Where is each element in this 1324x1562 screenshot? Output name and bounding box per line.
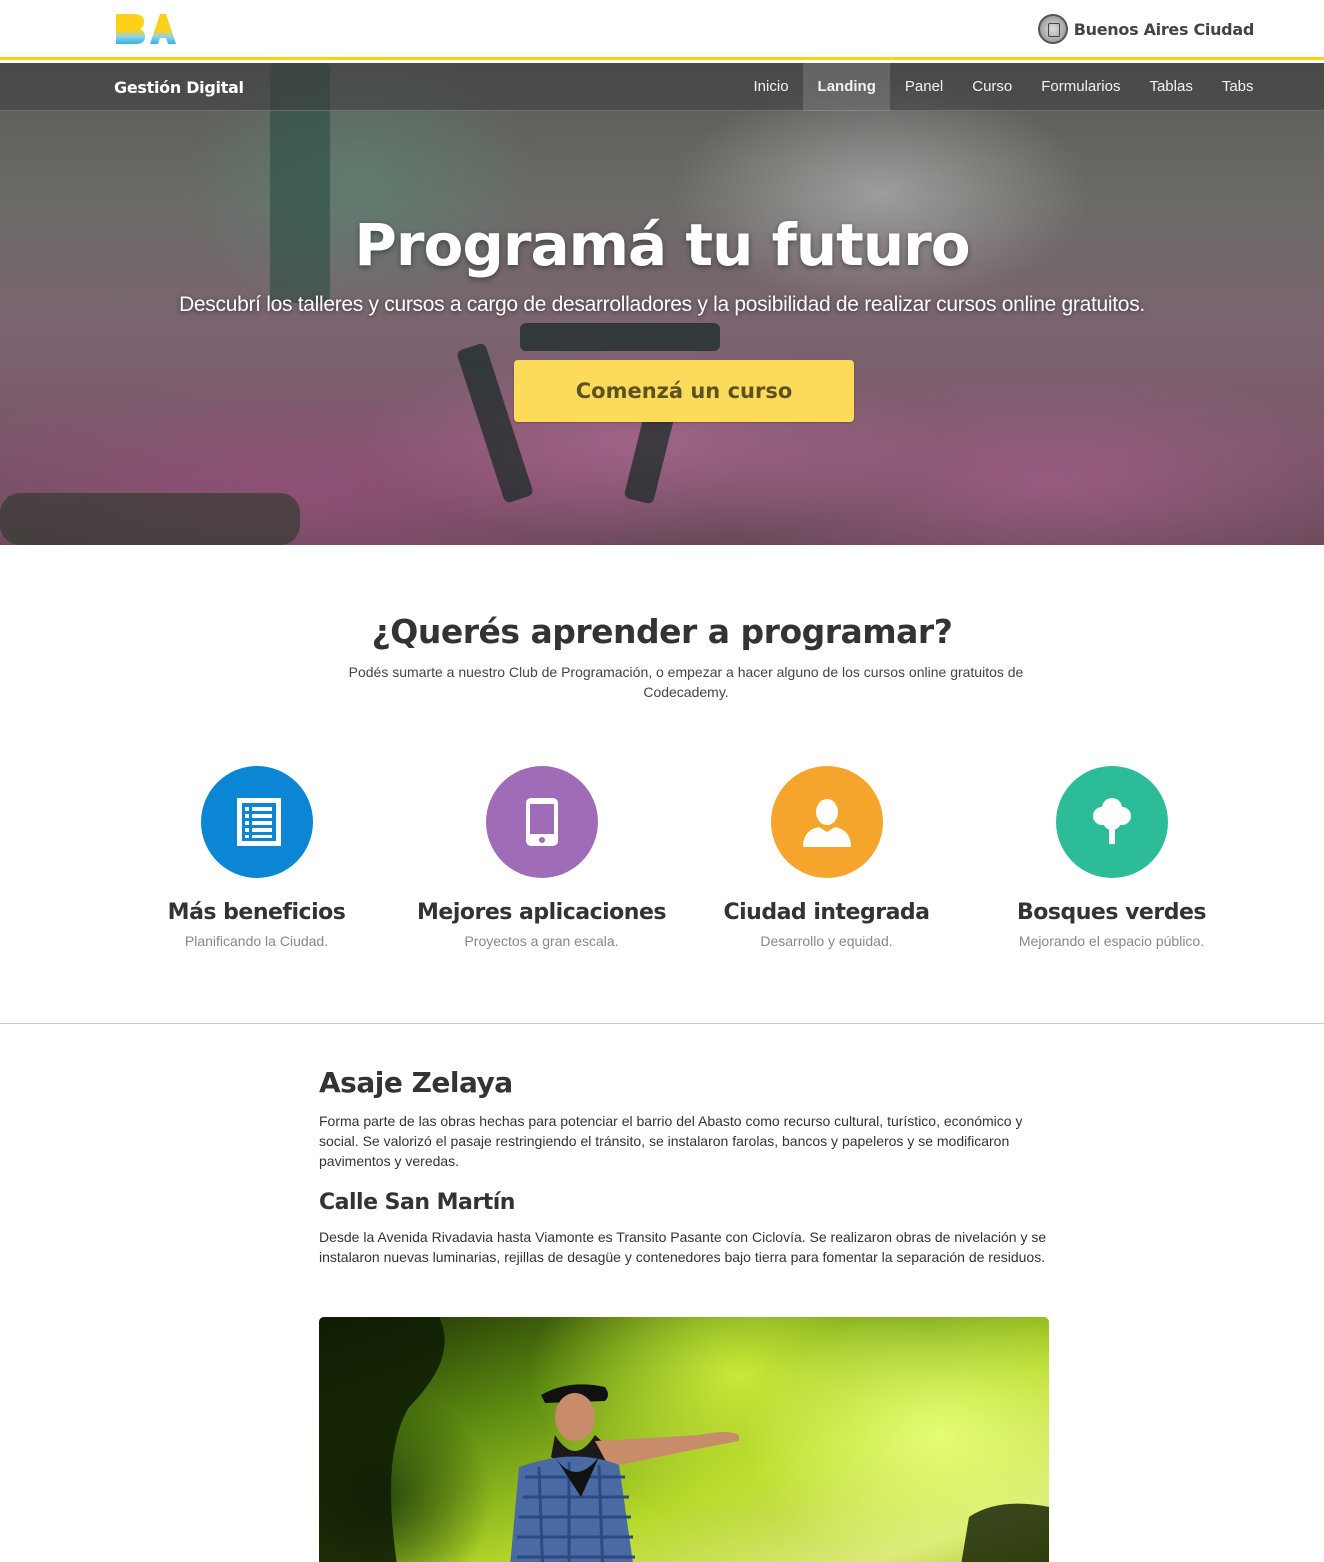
nav-links: Inicio Landing Panel Curso Formularios T… <box>739 63 1268 111</box>
nav-link-inicio[interactable]: Inicio <box>739 63 803 111</box>
feature-item: Bosques verdes Mejorando el espacio públ… <box>969 766 1254 949</box>
section-divider <box>0 1023 1324 1024</box>
nav-link-tabs[interactable]: Tabs <box>1207 63 1268 111</box>
performer-photo <box>319 1317 1049 1562</box>
feature-icon-circle <box>1055 766 1168 878</box>
feature-title: Más beneficios <box>167 900 346 925</box>
tree-icon <box>1092 798 1131 844</box>
nav-link-panel[interactable]: Panel <box>890 63 957 111</box>
feature-item: Más beneficios Planificando la Ciudad. <box>114 766 399 949</box>
city-seal-icon <box>1037 14 1068 44</box>
feature-subtitle: Desarrollo y equidad. <box>760 933 893 949</box>
feature-icon-circle <box>200 766 313 878</box>
article-body: Forma parte de las obras hechas para pot… <box>319 1113 1023 1169</box>
mobile-phone-icon <box>525 798 558 846</box>
feature-item: Ciudad integrada Desarrollo y equidad. <box>684 766 969 949</box>
hero-subtitle: Descubrí los talleres y cursos a cargo d… <box>179 293 1145 316</box>
ba-logo[interactable] <box>114 12 176 46</box>
article-photo <box>319 1317 1049 1562</box>
nav-link-formularios[interactable]: Formularios <box>1027 63 1135 111</box>
feature-title: Ciudad integrada <box>723 900 930 925</box>
hero-title: Programá tu futuro <box>354 211 970 279</box>
city-logo-text: Buenos Aires Ciudad <box>1073 19 1255 39</box>
hero-section: Gestión Digital Inicio Landing Panel Cur… <box>0 63 1324 545</box>
top-header: Buenos Aires Ciudad <box>0 0 1324 60</box>
feature-icon-circle <box>770 766 883 878</box>
hero-background-shape <box>0 493 300 545</box>
article-body: Desde la Avenida Rivadavia hasta Viamont… <box>319 1229 1047 1265</box>
nav-brand[interactable]: Gestión Digital <box>114 78 244 97</box>
feature-subtitle: Planificando la Ciudad. <box>184 933 329 949</box>
nav-link-tablas[interactable]: Tablas <box>1135 63 1207 111</box>
list-icon <box>236 798 281 846</box>
article-title: Asaje Zelaya <box>319 1066 513 1099</box>
feature-subtitle: Mejorando el espacio público. <box>1018 933 1205 949</box>
feature-title: Bosques verdes <box>1017 900 1206 925</box>
feature-item: Mejores aplicaciones Proyectos a gran es… <box>399 766 684 949</box>
article-title: Calle San Martín <box>319 1190 515 1215</box>
intro-description: Podés sumarte a nuestro Club de Programa… <box>348 664 1024 700</box>
start-course-button[interactable]: Comenzá un curso <box>514 360 854 422</box>
nav-link-curso[interactable]: Curso <box>958 63 1027 111</box>
hero-background-shape <box>520 323 720 351</box>
nav-link-landing[interactable]: Landing <box>803 63 891 111</box>
main-navbar: Gestión Digital Inicio Landing Panel Cur… <box>0 63 1324 111</box>
user-icon <box>802 799 851 847</box>
feature-title: Mejores aplicaciones <box>417 900 666 925</box>
buenos-aires-ciudad-logo[interactable]: Buenos Aires Ciudad <box>1037 11 1255 47</box>
intro-title: ¿Querés aprender a programar? <box>371 612 953 651</box>
feature-subtitle: Proyectos a gran escala. <box>464 933 619 949</box>
feature-icon-circle <box>485 766 598 878</box>
